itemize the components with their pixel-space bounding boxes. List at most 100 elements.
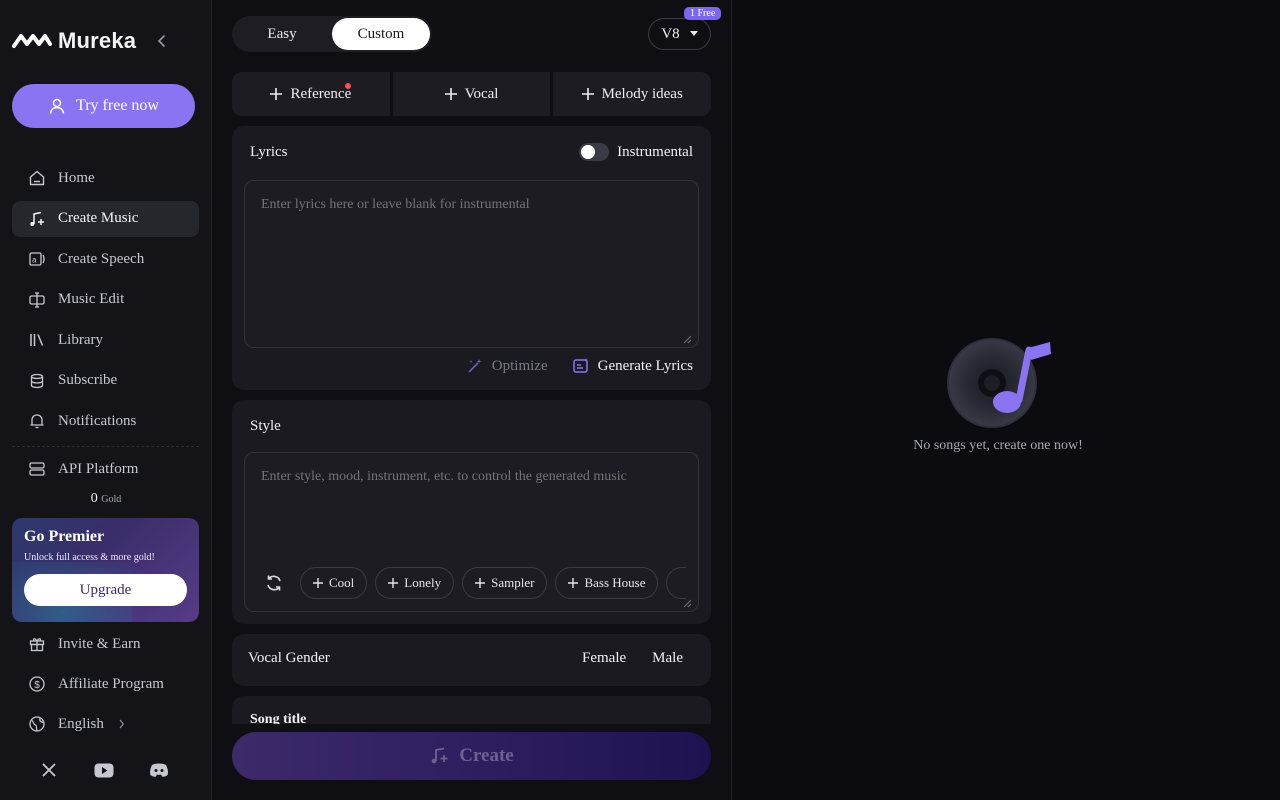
svg-text:a: a — [32, 256, 37, 265]
style-tag-label: Sampler — [491, 575, 535, 590]
x-icon[interactable] — [38, 760, 60, 780]
bottom-nav: Invite & Earn $ Affiliate Program Englis… — [12, 626, 199, 746]
style-tag-label: Lonely — [404, 575, 442, 590]
optimize-button[interactable]: Optimize — [466, 357, 548, 375]
lyrics-card: Lyrics Instrumental Optimize Generate Ly… — [232, 126, 711, 390]
library-icon — [30, 334, 44, 346]
music-note-plus-icon — [30, 211, 44, 226]
style-tag-label: Cool — [329, 575, 355, 590]
style-card: Style Cool Lonely Sampler — [232, 400, 711, 624]
nav-label: Invite & Earn — [58, 635, 141, 652]
nav-item-invite-earn[interactable]: Invite & Earn — [12, 626, 199, 662]
generate-lyrics-label: Generate Lyrics — [597, 357, 693, 374]
vocal-gender-title: Vocal Gender — [248, 650, 330, 666]
resize-handle-icon[interactable] — [680, 596, 692, 608]
brand-name: Mureka — [58, 28, 137, 53]
song-title-card: Song title — [232, 696, 711, 724]
discord-icon[interactable] — [148, 760, 170, 780]
nav-item-create-speech[interactable]: a Create Speech — [12, 241, 199, 277]
nav-item-music-edit[interactable]: Music Edit — [12, 282, 199, 318]
globe-icon — [29, 716, 45, 732]
nav-item-create-music[interactable]: Create Music — [12, 200, 199, 237]
style-title: Style — [250, 418, 281, 434]
try-free-button[interactable]: Try free now — [12, 84, 195, 128]
vocal-button[interactable]: Vocal — [392, 72, 551, 116]
male-option[interactable]: Male — [652, 650, 683, 667]
nav-label: English — [58, 715, 104, 732]
user-icon — [49, 98, 65, 114]
song-title-label: Song title — [250, 712, 307, 724]
resize-handle-icon[interactable] — [680, 332, 692, 344]
premier-title: Go Premier — [24, 528, 105, 545]
refresh-tags-button[interactable] — [256, 567, 292, 599]
style-tag[interactable]: Sampler — [462, 567, 548, 599]
gift-icon — [29, 638, 45, 652]
nav-item-language[interactable]: English — [12, 706, 199, 742]
home-icon — [29, 170, 45, 186]
music-note-icon — [431, 747, 448, 764]
nav-label: Create Speech — [58, 250, 145, 267]
instrumental-toggle[interactable]: Instrumental — [579, 143, 693, 161]
create-button[interactable]: Create — [232, 732, 711, 780]
brand-logo[interactable]: Mureka — [12, 28, 136, 54]
lyrics-actions: Optimize Generate Lyrics — [466, 357, 693, 375]
nav-item-api-platform[interactable]: API Platform — [12, 451, 199, 487]
version-value: V8 — [661, 25, 680, 42]
style-tag[interactable]: Bass House — [555, 567, 659, 599]
female-option[interactable]: Female — [582, 650, 626, 667]
notification-dot — [345, 83, 351, 89]
vocal-label: Vocal — [464, 85, 499, 102]
nav-item-affiliate-program[interactable]: $ Affiliate Program — [12, 666, 199, 702]
melody-ideas-button[interactable]: Melody ideas — [553, 72, 712, 116]
bell-icon — [30, 414, 44, 429]
composer-panel: Easy Custom V8 1 Free Reference Vocal Me… — [212, 0, 732, 800]
plus-icon — [313, 578, 323, 588]
lyrics-title: Lyrics — [250, 144, 288, 160]
mode-easy-button[interactable]: Easy — [234, 18, 330, 50]
nav-item-subscribe[interactable]: Subscribe — [12, 363, 199, 399]
gold-unit: Gold — [101, 494, 122, 505]
youtube-icon[interactable] — [93, 760, 115, 780]
instrumental-label: Instrumental — [617, 143, 693, 160]
nav-label: Notifications — [58, 412, 137, 429]
lyrics-input[interactable] — [244, 180, 699, 348]
plus-icon — [270, 88, 283, 100]
style-tags: Cool Lonely Sampler Bass House — [256, 567, 686, 599]
free-badge: 1 Free — [684, 7, 722, 20]
generate-lyrics-button[interactable]: Generate Lyrics — [572, 357, 693, 375]
nav-label: Music Edit — [58, 291, 125, 307]
mode-custom-button[interactable]: Custom — [332, 18, 430, 50]
app-root: Mureka Try free now Home Create Music a — [0, 0, 1280, 800]
collapse-sidebar-icon[interactable] — [154, 33, 170, 49]
nav-item-library[interactable]: Library — [12, 322, 199, 358]
version-select[interactable]: V8 — [648, 18, 711, 50]
gold-balance: 0 Gold — [0, 491, 212, 507]
plus-icon — [475, 578, 486, 588]
style-tag-partial[interactable] — [666, 567, 686, 599]
premier-promo-card: Go Premier Unlock full access & more gol… — [12, 518, 199, 622]
vocal-gender-card: Vocal Gender Female Male — [232, 634, 711, 686]
plus-icon — [568, 578, 579, 588]
reference-options: Reference Vocal Melody ideas — [232, 72, 712, 116]
premier-subtitle: Unlock full access & more gold! — [24, 552, 155, 563]
magic-wand-icon — [468, 359, 482, 373]
gold-amount: 0 — [90, 491, 98, 506]
instrumental-switch[interactable] — [579, 143, 610, 161]
style-tag[interactable]: Cool — [300, 567, 368, 599]
upgrade-button[interactable]: Upgrade — [24, 574, 187, 606]
style-tag[interactable]: Lonely — [375, 567, 455, 599]
reference-label: Reference — [290, 85, 352, 102]
empty-state-text: No songs yet, create one now! — [913, 438, 1083, 453]
nav-label: Subscribe — [58, 372, 118, 388]
melody-ideas-label: Melody ideas — [601, 85, 683, 102]
nav-label: Affiliate Program — [58, 675, 164, 692]
try-free-label: Try free now — [76, 97, 159, 114]
reference-button[interactable]: Reference — [232, 72, 390, 116]
nav-item-notifications[interactable]: Notifications — [12, 403, 199, 439]
plus-icon — [388, 578, 399, 588]
edit-cursor-icon — [29, 291, 45, 308]
nav-item-home[interactable]: Home — [12, 160, 199, 196]
ai-document-icon — [572, 358, 588, 373]
plus-icon — [581, 88, 594, 100]
coins-icon — [30, 373, 44, 388]
